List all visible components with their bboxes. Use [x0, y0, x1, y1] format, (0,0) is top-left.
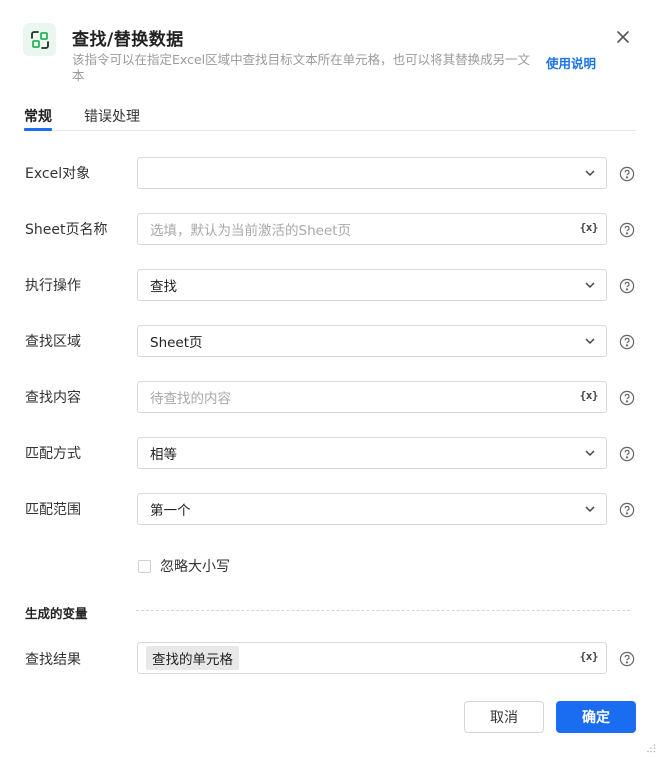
sheet-name-placeholder: 选填，默认为当前激活的Sheet页 — [150, 223, 352, 239]
search-content-placeholder: 待查找的内容 — [150, 391, 231, 407]
operation-select[interactable]: 查找 — [137, 269, 607, 301]
output-section-title: 生成的变量 — [25, 606, 88, 621]
help-circle-icon[interactable] — [619, 334, 635, 350]
search-area-select[interactable]: Sheet页 — [137, 325, 607, 357]
field-label-match-mode: 匹配方式 — [25, 446, 81, 462]
field-label-match-range: 匹配范围 — [25, 502, 81, 518]
help-circle-icon[interactable] — [619, 651, 635, 667]
tab-error-handling[interactable]: 错误处理 — [84, 106, 140, 126]
tab-bar: 常规 错误处理 — [24, 100, 636, 131]
match-range-value: 第一个 — [150, 503, 191, 519]
variable-insert-button[interactable]: {x} — [580, 650, 599, 663]
field-label-sheet-name: Sheet页名称 — [25, 222, 108, 238]
ignore-case-option[interactable]: 忽略大小写 — [138, 556, 230, 576]
resize-handle-icon[interactable] — [646, 743, 656, 753]
help-circle-icon[interactable] — [619, 222, 635, 238]
match-range-select[interactable]: 第一个 — [137, 493, 607, 525]
match-mode-select[interactable]: 相等 — [137, 437, 607, 469]
variable-insert-button[interactable]: {x} — [580, 221, 599, 234]
chevron-down-icon — [585, 282, 595, 289]
result-variable-tag[interactable]: 查找的单元格 — [146, 646, 239, 670]
field-label-search-content: 查找内容 — [25, 390, 81, 406]
ignore-case-checkbox[interactable] — [138, 559, 151, 573]
help-circle-icon[interactable] — [619, 166, 635, 182]
ignore-case-label: 忽略大小写 — [160, 559, 230, 575]
sheet-name-input[interactable]: 选填，默认为当前激活的Sheet页 {x} — [137, 213, 607, 245]
close-button[interactable] — [612, 26, 634, 48]
dialog-title: 查找/替换数据 — [72, 30, 184, 50]
field-label-operation: 执行操作 — [25, 278, 81, 294]
help-circle-icon[interactable] — [619, 446, 635, 462]
variable-insert-button[interactable]: {x} — [580, 389, 599, 402]
help-circle-icon[interactable] — [619, 390, 635, 406]
chevron-down-icon — [585, 170, 595, 177]
dialog-description: 该指令可以在指定Excel区域中查找目标文本所在单元格，也可以将其替换成另一文本 — [72, 52, 531, 83]
search-result-variable-input[interactable]: 查找的单元格 {x} — [137, 642, 607, 674]
section-divider — [136, 610, 630, 611]
excel-object-select[interactable] — [137, 157, 607, 189]
search-content-input[interactable]: 待查找的内容 {x} — [137, 381, 607, 413]
field-label-search-result: 查找结果 — [25, 652, 81, 668]
active-tab-indicator — [24, 128, 52, 131]
chevron-down-icon — [585, 506, 595, 513]
operation-value: 查找 — [150, 279, 177, 295]
cancel-button[interactable]: 取消 — [464, 701, 544, 733]
find-replace-icon — [23, 23, 56, 56]
tab-general[interactable]: 常规 — [24, 106, 52, 126]
chevron-down-icon — [585, 450, 595, 457]
field-label-search-area: 查找区域 — [25, 334, 81, 350]
chevron-down-icon — [585, 338, 595, 345]
help-circle-icon[interactable] — [619, 502, 635, 518]
match-mode-value: 相等 — [150, 447, 177, 463]
close-icon — [617, 31, 629, 43]
help-circle-icon[interactable] — [619, 278, 635, 294]
confirm-button[interactable]: 确定 — [556, 701, 636, 733]
field-label-excel-object: Excel对象 — [25, 166, 91, 182]
search-area-value: Sheet页 — [150, 335, 203, 351]
help-link[interactable]: 使用说明 — [546, 53, 596, 72]
